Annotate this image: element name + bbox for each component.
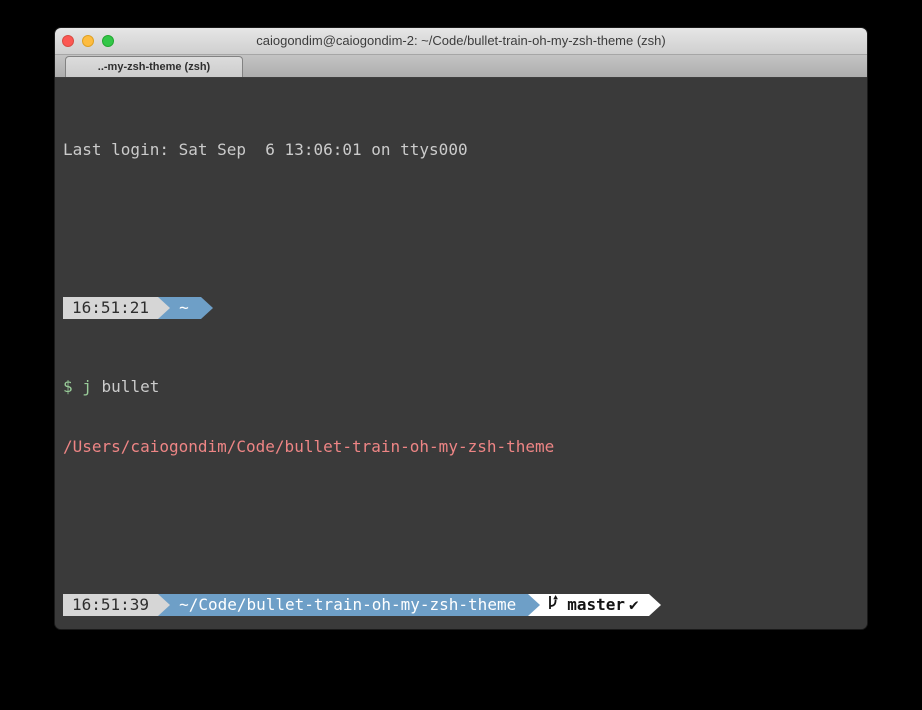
command-prompt-char: $ j: [63, 377, 92, 396]
last-login-line: Last login: Sat Sep 6 13:06:01 on ttys00…: [63, 139, 859, 161]
blank-line: [63, 496, 859, 518]
command-output-path: /Users/caiogondim/Code/bullet-train-oh-m…: [63, 436, 859, 458]
command-args: bullet: [92, 377, 159, 396]
terminal-window: caiogondim@caiogondim-2: ~/Code/bullet-t…: [55, 28, 867, 629]
powerline-arrow-icon: [158, 594, 170, 616]
prompt-dir: ~: [170, 297, 201, 319]
window-titlebar[interactable]: caiogondim@caiogondim-2: ~/Code/bullet-t…: [55, 28, 867, 55]
powerline-arrow-icon: [201, 297, 213, 319]
git-clean-checkmark: ✔: [629, 594, 649, 616]
terminal-content[interactable]: Last login: Sat Sep 6 13:06:01 on ttys00…: [55, 78, 867, 629]
git-branch-icon: [546, 594, 559, 617]
prompt-dir-segment: ~: [158, 297, 201, 319]
command-line-1: $ j bullet: [63, 376, 859, 398]
tab-zsh[interactable]: ..-my-zsh-theme (zsh): [65, 56, 243, 77]
tab-bar: ..-my-zsh-theme (zsh): [55, 55, 867, 78]
powerline-arrow-icon: [528, 594, 540, 616]
prompt-git-segment: master✔: [528, 594, 648, 616]
prompt-time: 16:51:39: [72, 594, 149, 616]
git-branch-name: master: [561, 594, 629, 616]
prompt-dir-segment: ~/Code/bullet-train-oh-my-zsh-theme: [158, 594, 528, 616]
prompt-dir: ~/Code/bullet-train-oh-my-zsh-theme: [170, 594, 528, 616]
window-title: caiogondim@caiogondim-2: ~/Code/bullet-t…: [55, 28, 867, 54]
prompt-time-segment: 16:51:21: [63, 297, 158, 319]
tab-label: ..-my-zsh-theme (zsh): [98, 61, 210, 73]
blank-line: [63, 199, 859, 221]
powerline-arrow-icon: [158, 297, 170, 319]
screenshot-stage: caiogondim@caiogondim-2: ~/Code/bullet-t…: [0, 0, 922, 710]
prompt-line-2: 16:51:39 ~/Code/bullet-train-oh-my-zsh-t…: [63, 594, 859, 616]
prompt-time-segment: 16:51:39: [63, 594, 158, 616]
prompt-time: 16:51:21: [72, 297, 149, 319]
prompt-line-1: 16:51:21 ~: [63, 297, 859, 319]
powerline-arrow-icon: [649, 594, 661, 616]
